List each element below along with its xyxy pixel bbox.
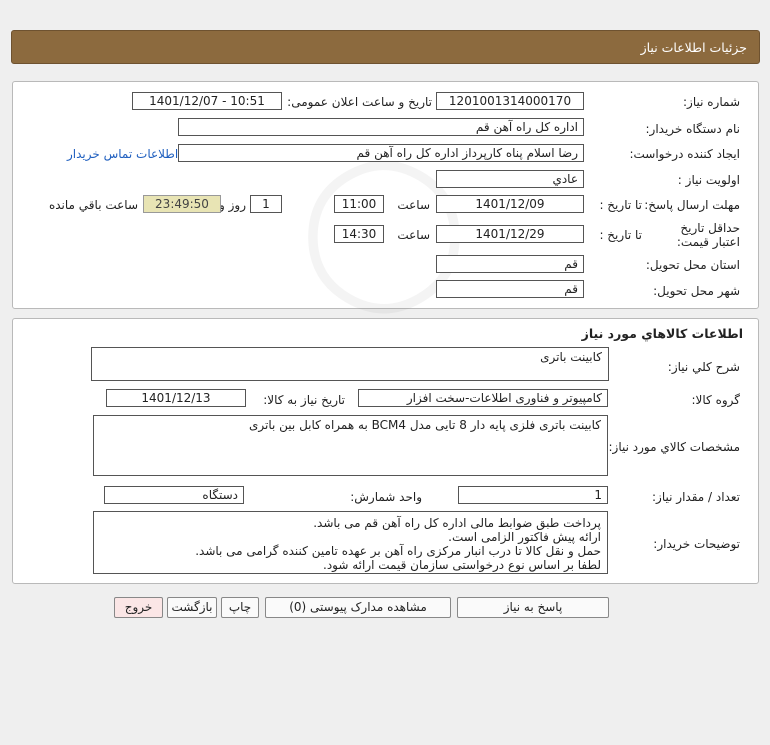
notes-line: پرداخت طبق ضوابط مالی اداره کل راه آهن ق… [313,516,601,530]
buyer-org-label: نام دستگاه خریدار: [645,122,741,136]
qty-field: 1 [458,486,608,504]
specs-label: مشخصات کالاي مورد نياز: [608,440,740,454]
announce-label: تاریخ و ساعت اعلان عمومی: [287,95,432,109]
qty-label: تعداد / مقدار نياز: [652,490,740,504]
need-info-panel [12,81,759,309]
summary-field: کابینت باتری [91,347,609,381]
city-field: قم [436,280,584,298]
deadline-time-label: ساعت [397,198,430,212]
exit-button[interactable]: خروج [114,597,163,618]
specs-field: کابینت باتری فلزی پایه دار 8 تایی مدل BC… [93,415,608,476]
city-label: شهر محل تحویل: [653,284,740,298]
days-label: روز و [219,198,246,212]
validity-time-field: 14:30 [334,225,384,243]
notes-line: لطفا بر اساس نوع درخواستی سازمان قیمت ار… [323,558,601,572]
deadline-date-field: 1401/12/09 [436,195,584,213]
print-button[interactable]: چاپ [221,597,259,618]
notes-line: ارائه پیش فاکتور الزامی است. [448,530,601,544]
buyer-contact-link[interactable]: اطلاعات تماس خریدار [67,147,178,161]
goods-section-title: اطلاعات کالاهاي مورد نياز [581,326,743,341]
validity-label: حداقل تاریخ اعتبار قیمت: [676,221,740,249]
summary-label: شرح کلي نياز: [667,360,740,374]
announce-field: 1401/12/07 - 10:51 [132,92,282,110]
group-field: کامپیوتر و فناوری اطلاعات-سخت افزار [358,389,608,407]
validity-time-label: ساعت [397,228,430,242]
need-number-field: 1201001314000170 [436,92,584,110]
validity-until-label: تا تاریخ : [599,228,642,242]
priority-label: اولویت نیاز : [677,173,740,187]
creator-field: رضا اسلام پناه کارپرداز اداره کل راه آهن… [178,144,584,162]
deadline-time-field: 11:00 [334,195,384,213]
remaining-time-field: 23:49:50 [143,195,221,213]
priority-field: عادي [436,170,584,188]
province-label: استان محل تحویل: [645,258,740,272]
page-title: جزئیات اطلاعات نیاز [640,40,747,55]
page-header: جزئیات اطلاعات نیاز [11,30,760,64]
deadline-until-label: تا تاریخ : [599,198,642,212]
days-field: 1 [250,195,282,213]
need-number-label: شماره نیاز: [683,95,740,109]
deadline-label: مهلت ارسال پاسخ: [644,198,740,212]
reply-button[interactable]: پاسخ به نياز [457,597,609,618]
unit-label: واحد شمارش: [350,490,422,504]
remaining-label: ساعت باقي مانده [48,198,138,212]
buyer-org-field: اداره کل راه آهن قم [178,118,584,136]
notes-line: حمل و نقل کالا تا درب انبار مرکزی راه آه… [195,544,601,558]
province-field: قم [436,255,584,273]
notes-field: پرداخت طبق ضوابط مالی اداره کل راه آهن ق… [93,511,608,574]
back-button[interactable]: بازگشت [167,597,217,618]
notes-label: توضيحات خريدار: [653,537,740,551]
validity-date-field: 1401/12/29 [436,225,584,243]
need-date-field: 1401/12/13 [106,389,246,407]
need-date-label: تاريخ نياز به کالا: [263,393,345,407]
attachments-button[interactable]: مشاهده مدارک پیوستی (0) [265,597,451,618]
unit-field: دستگاه [104,486,244,504]
creator-label: ایجاد کننده درخواست: [629,147,740,161]
group-label: گروه کالا: [691,393,741,407]
